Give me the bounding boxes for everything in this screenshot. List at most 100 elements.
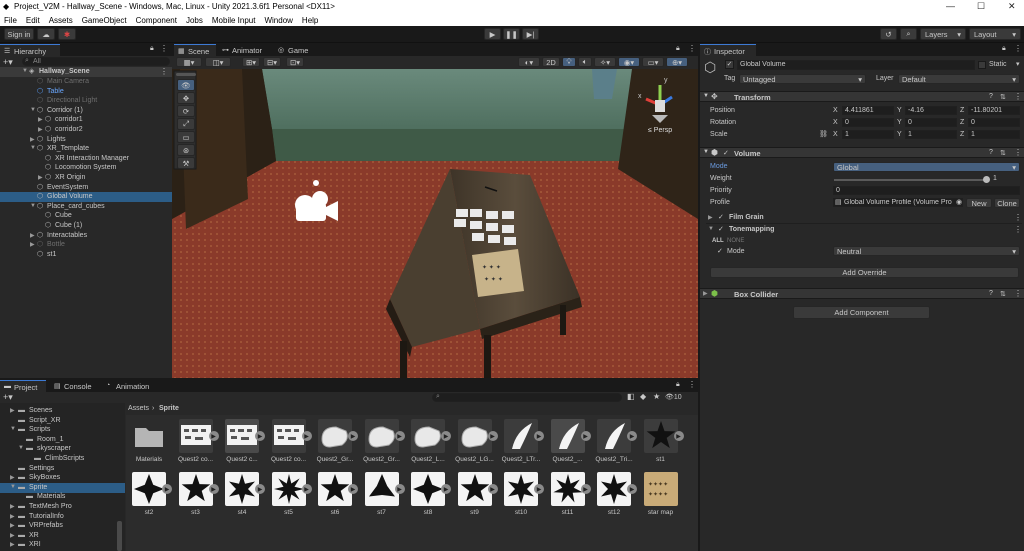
asset-thumbnail[interactable] xyxy=(271,419,306,453)
link-icon[interactable]: ⛓ xyxy=(819,130,828,138)
more-icon[interactable]: ⋮ xyxy=(1014,213,1022,222)
rotate-tool-icon[interactable]: ⟳ xyxy=(177,105,195,117)
expand-arrow-icon[interactable]: ▶ xyxy=(394,484,405,494)
menu-edit[interactable]: Edit xyxy=(26,16,40,25)
asset-thumbnail[interactable]: ✦✦✦✦ ✦✦✦✦ xyxy=(643,472,678,506)
hidden-count[interactable]: 👁︎10 xyxy=(665,393,682,401)
camera-settings-icon[interactable]: ▭▾ xyxy=(642,57,664,67)
project-folder-item[interactable]: ▶ ▬ TextMesh Pro xyxy=(0,502,125,512)
step-button[interactable]: ▶| xyxy=(522,28,539,40)
asset-thumbnail[interactable] xyxy=(504,472,538,506)
tab-inspector[interactable]: ⓘ Inspector xyxy=(700,44,756,56)
asset-thumbnail[interactable] xyxy=(318,419,352,453)
expand-arrow-icon[interactable]: ▶ xyxy=(534,484,544,494)
project-search-input[interactable] xyxy=(432,393,622,402)
hierarchy-item[interactable]: ⬡ XR Interaction Manager xyxy=(0,154,172,164)
scene-viewport[interactable]: ✦ ✦ ✦ ✦ ✦ ✦ 👁︎ ✥ ⟳ ⤢ ▭ ⊛ ⚒ y x ≤ Persp xyxy=(172,69,698,378)
asset-thumbnail[interactable] xyxy=(178,472,213,506)
hierarchy-item[interactable]: ▶ ⬡ Bottle xyxy=(0,240,172,250)
custom-tool-icon[interactable]: ⚒ xyxy=(177,157,195,169)
menu-assets[interactable]: Assets xyxy=(49,16,73,25)
hierarchy-item[interactable]: ⬡ Locomotion System xyxy=(0,163,172,173)
tab-console[interactable]: ▤ Console xyxy=(50,380,98,392)
chevron-right-icon[interactable]: ▶ xyxy=(30,241,35,248)
tab-game[interactable]: ◎ Game xyxy=(274,44,316,56)
grid-visibility-button[interactable]: ⊡▾ xyxy=(286,57,304,67)
expand-arrow-icon[interactable]: ▶ xyxy=(208,431,219,441)
chevron-right-icon[interactable]: ▶ xyxy=(10,474,15,481)
project-folder-item[interactable]: ▬ Room_1 xyxy=(0,435,125,445)
project-folder-item[interactable]: ▶ ▬ XR xyxy=(0,531,125,541)
chevron-right-icon[interactable]: ▶ xyxy=(30,232,35,239)
rotation-x-field[interactable]: 0 xyxy=(842,118,894,127)
menu-mobile-input[interactable]: Mobile Input xyxy=(212,16,256,25)
scene-row[interactable]: ▼ ◈ Hallway_Scene ⋮ xyxy=(0,67,172,77)
asset-thumbnail[interactable] xyxy=(550,419,585,453)
project-folder-item[interactable]: ▶ ▬ SkyBoxes xyxy=(0,473,125,483)
tonemapping-override[interactable]: ▼ ✓ Tonemapping ⋮ xyxy=(706,225,1022,236)
tonemapping-mode-dropdown[interactable]: Neutral ▾ xyxy=(833,246,1020,256)
rect-tool-icon[interactable]: ▭ xyxy=(177,131,195,143)
more-icon[interactable]: ⋮ xyxy=(1014,148,1022,157)
hierarchy-item[interactable]: ⬡ st1 xyxy=(0,250,172,260)
asset-thumbnail[interactable] xyxy=(132,419,166,453)
profile-field[interactable]: Global Volume Profile (Volume Pro xyxy=(833,198,963,207)
chevron-right-icon[interactable]: ▶ xyxy=(10,407,15,414)
expand-arrow-icon[interactable]: ▶ xyxy=(673,431,684,441)
static-checkbox[interactable] xyxy=(978,61,986,69)
asset-thumbnail[interactable] xyxy=(457,472,492,506)
close-button[interactable]: ✕ xyxy=(1008,1,1016,12)
hierarchy-item[interactable]: ▶ ⬡ corridor1 xyxy=(0,115,172,125)
hierarchy-item[interactable]: ⬡ EventSystem xyxy=(0,183,172,193)
preset-icon[interactable]: ⇅ xyxy=(1000,290,1006,298)
expand-arrow-icon[interactable]: ▶ xyxy=(627,431,637,441)
expand-arrow-icon[interactable]: ▶ xyxy=(534,431,544,441)
asset-thumbnail[interactable] xyxy=(457,419,492,453)
expand-arrow-icon[interactable]: ▶ xyxy=(627,484,637,494)
asset-thumbnail[interactable] xyxy=(225,472,259,506)
menu-component[interactable]: Component xyxy=(136,16,177,25)
layer-dropdown[interactable]: Default ▾ xyxy=(898,74,1020,84)
tab-hierarchy[interactable]: ☰ Hierarchy xyxy=(0,44,60,56)
hierarchy-item[interactable]: ⬡ Cube (1) xyxy=(0,221,172,231)
project-folder-item[interactable]: ▼ ▬ Scripts xyxy=(0,425,125,435)
more-icon[interactable]: ⋮ xyxy=(688,44,696,53)
gizmos-toggle-icon[interactable]: ⊕▾ xyxy=(666,57,688,67)
chevron-right-icon[interactable]: ▶ xyxy=(10,532,15,539)
chevron-down-icon[interactable]: ▼ xyxy=(18,445,24,451)
tree-scrollbar[interactable] xyxy=(117,521,122,551)
expand-arrow-icon[interactable]: ▶ xyxy=(441,431,451,441)
volume-mode-dropdown[interactable]: Global ▾ xyxy=(833,162,1020,172)
chevron-right-icon[interactable]: ▶ xyxy=(10,503,15,510)
active-checkbox[interactable]: ✓ xyxy=(725,60,734,69)
asset-thumbnail[interactable] xyxy=(364,472,399,506)
tab-animator[interactable]: ⊶ Animator xyxy=(218,44,272,56)
chevron-right-icon[interactable]: ▶ xyxy=(10,513,15,520)
none-toggle[interactable]: NONE xyxy=(727,238,744,244)
transform-header[interactable]: ▼ ✥ Transform ? ⇅ ⋮ xyxy=(700,91,1024,102)
asset-thumbnail[interactable] xyxy=(178,419,213,453)
more-icon[interactable]: ⋮ xyxy=(1014,289,1022,298)
position-z-field[interactable]: -11.80201 xyxy=(968,106,1020,115)
box-collider-header[interactable]: ▶ ⬢ Box Collider ? ⇅ ⋮ xyxy=(700,288,1024,299)
tab-project[interactable]: ▬ Project xyxy=(0,380,46,392)
rotation-z-field[interactable]: 0 xyxy=(968,118,1020,127)
hierarchy-item[interactable]: ⬡ Directional Light xyxy=(0,96,172,106)
more-icon[interactable]: ⋮ xyxy=(1014,225,1022,234)
weight-slider-track[interactable] xyxy=(834,179,986,181)
chevron-down-icon[interactable]: ▼ xyxy=(10,426,16,432)
scale-z-field[interactable]: 1 xyxy=(968,130,1020,139)
asset-thumbnail[interactable] xyxy=(597,472,631,506)
expand-arrow-icon[interactable]: ▶ xyxy=(208,484,219,494)
more-icon[interactable]: ⋮ xyxy=(160,67,168,76)
clone-profile-button[interactable]: Clone xyxy=(994,198,1020,208)
project-folder-item[interactable]: ▬ Materials xyxy=(0,492,125,502)
menu-file[interactable]: File xyxy=(4,16,17,25)
tonemapping-checkbox[interactable]: ✓ xyxy=(718,225,724,233)
scale-tool-icon[interactable]: ⤢ xyxy=(177,118,195,130)
priority-field[interactable]: 0 xyxy=(833,186,1020,195)
menu-help[interactable]: Help xyxy=(302,16,318,25)
breadcrumb-sprite[interactable]: Sprite xyxy=(159,405,179,412)
tag-dropdown[interactable]: Untagged ▾ xyxy=(739,74,866,84)
expand-arrow-icon[interactable]: ▶ xyxy=(394,431,405,441)
